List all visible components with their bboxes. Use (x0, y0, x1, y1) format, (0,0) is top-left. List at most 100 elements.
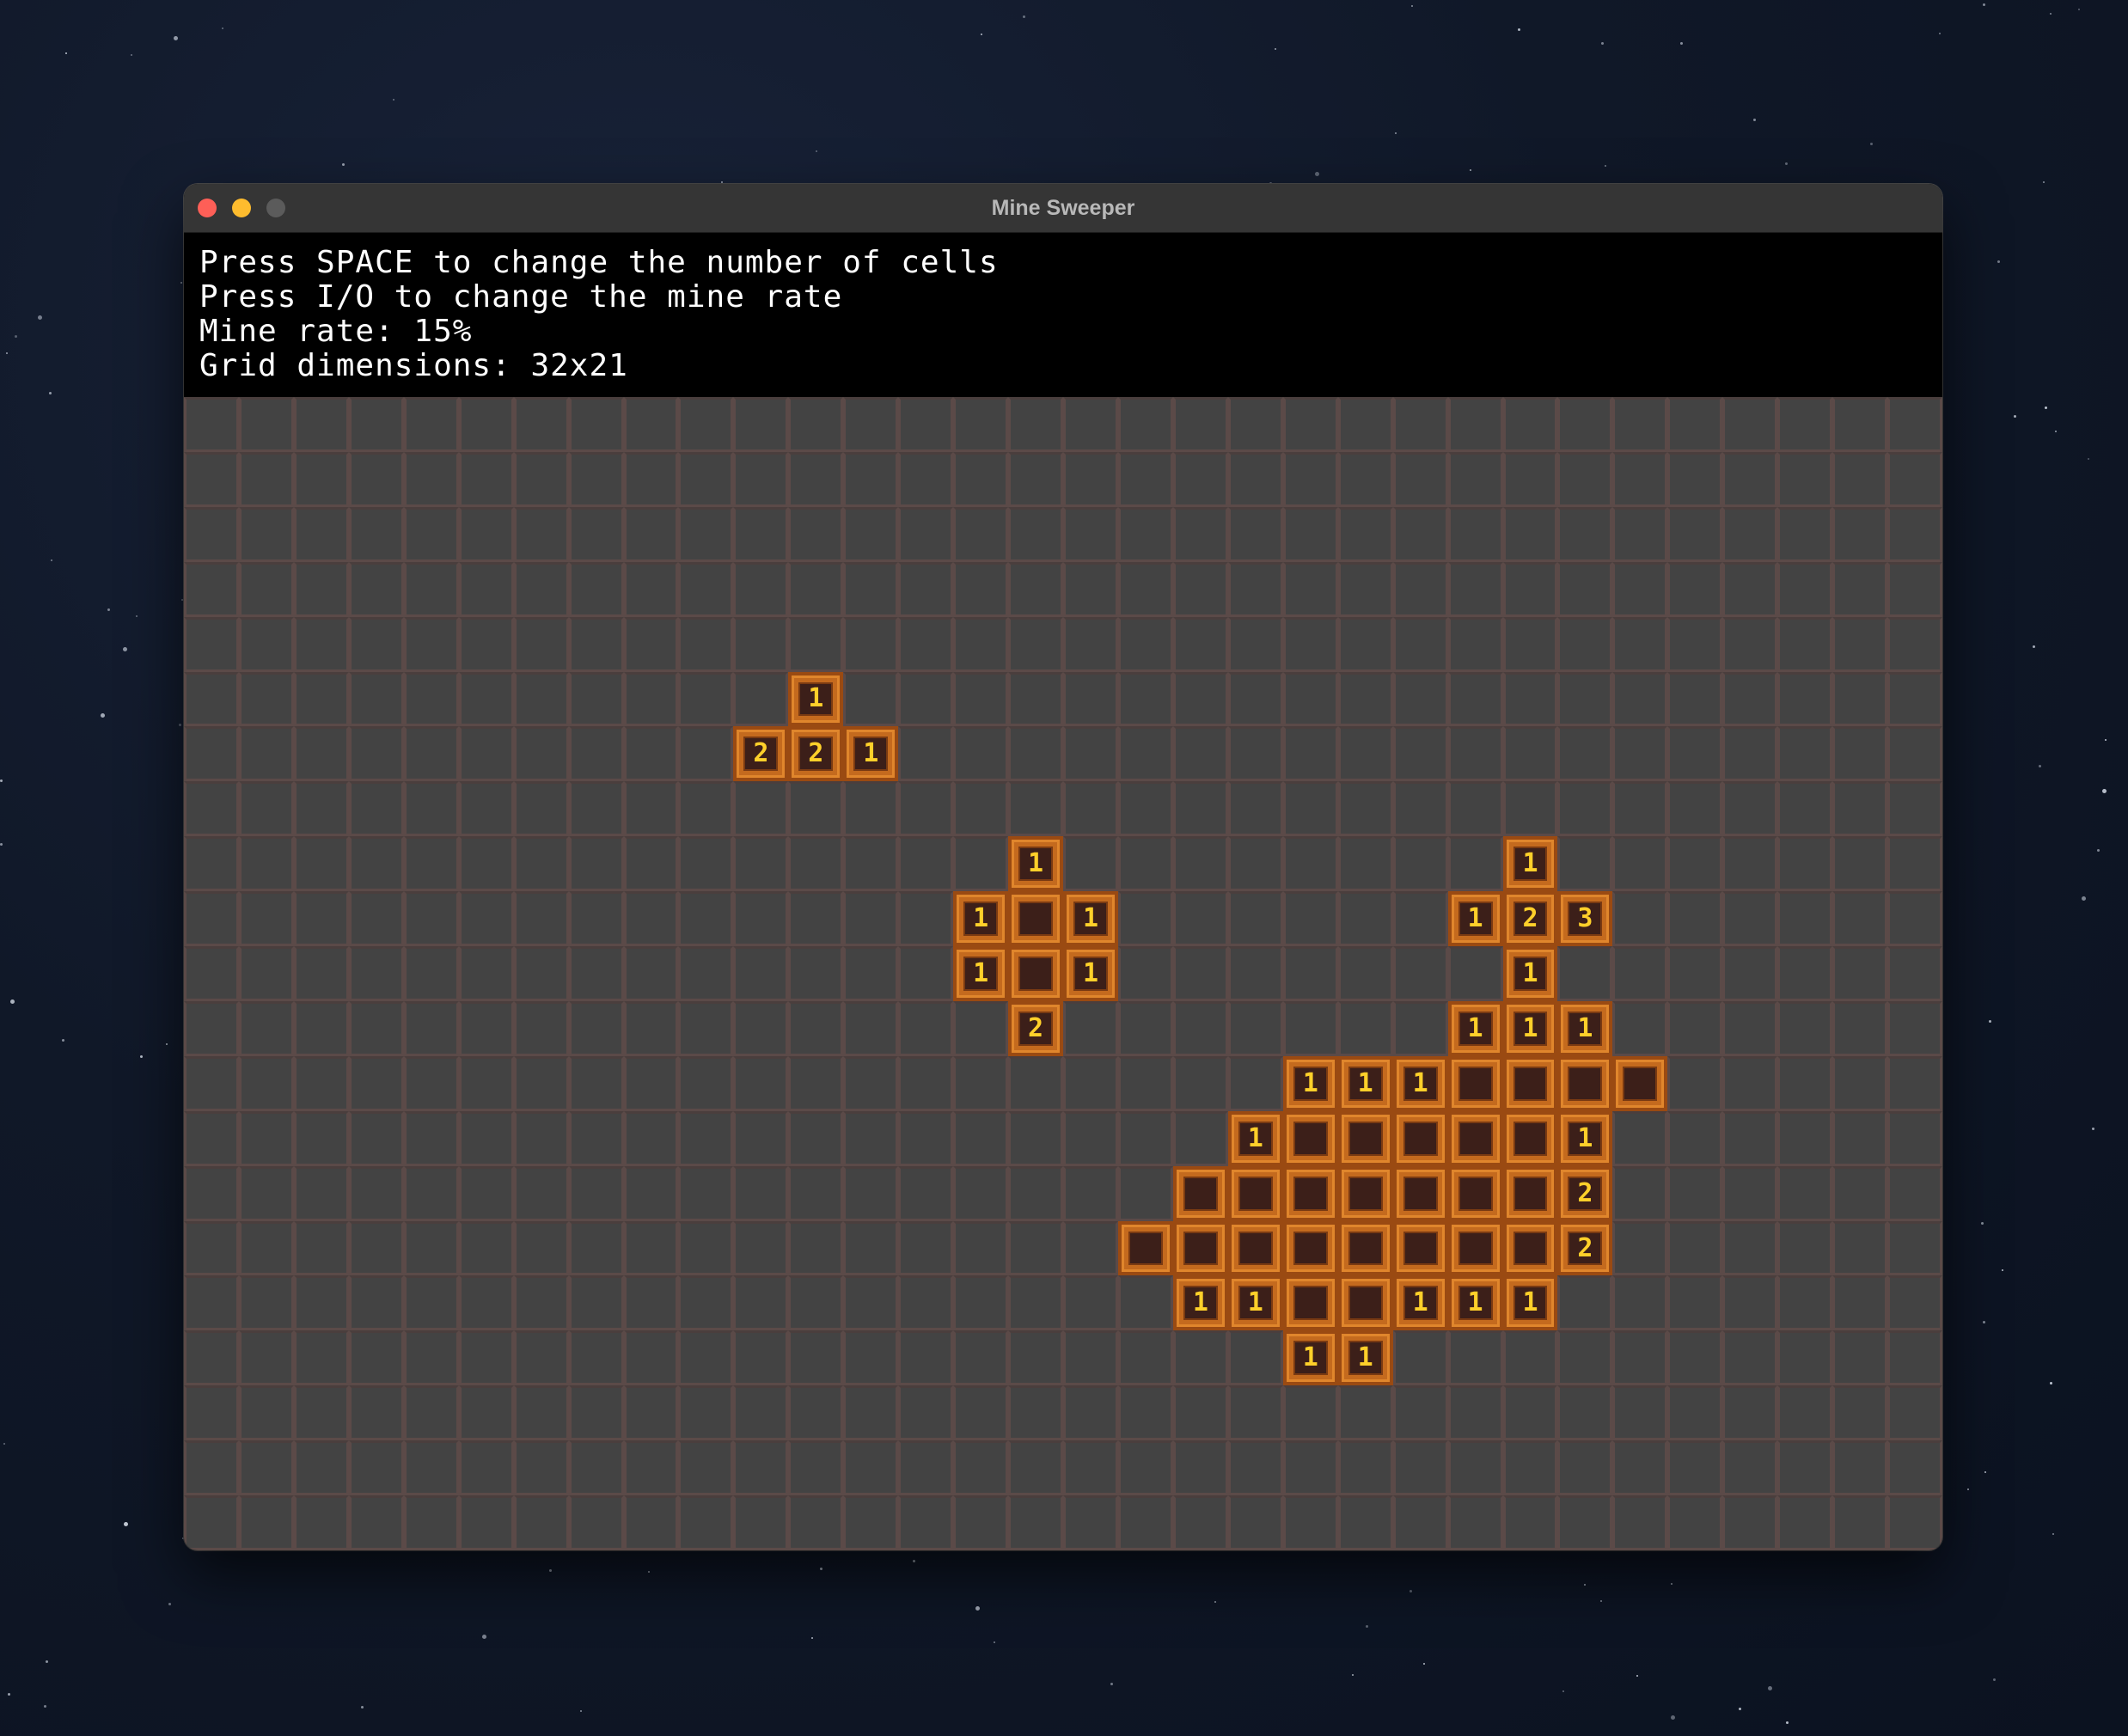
hidden-cell[interactable] (513, 1385, 569, 1441)
hidden-cell[interactable] (843, 836, 899, 892)
hidden-cell[interactable] (843, 1330, 899, 1386)
revealed-cell[interactable]: 1 (1557, 1110, 1613, 1166)
hidden-cell[interactable] (678, 1275, 734, 1331)
hidden-cell[interactable] (1337, 726, 1393, 782)
hidden-cell[interactable] (953, 726, 1009, 782)
hidden-cell[interactable] (1172, 561, 1228, 617)
hidden-cell[interactable] (348, 1000, 404, 1056)
revealed-cell[interactable] (1282, 1220, 1338, 1276)
hidden-cell[interactable] (238, 397, 294, 452)
hidden-cell[interactable] (1557, 1440, 1613, 1496)
hidden-cell[interactable] (843, 891, 899, 947)
hidden-cell[interactable] (733, 1220, 789, 1276)
revealed-cell[interactable]: 1 (1502, 1275, 1558, 1331)
hidden-cell[interactable] (568, 726, 624, 782)
hidden-cell[interactable] (1667, 1275, 1723, 1331)
hidden-cell[interactable] (788, 781, 844, 837)
hidden-cell[interactable] (1777, 1330, 1833, 1386)
hidden-cell[interactable] (348, 1385, 404, 1441)
hidden-cell[interactable] (898, 451, 954, 507)
revealed-cell[interactable] (1227, 1220, 1283, 1276)
hidden-cell[interactable] (843, 397, 899, 452)
hidden-cell[interactable] (898, 616, 954, 672)
hidden-cell[interactable] (1063, 1110, 1118, 1166)
hidden-cell[interactable] (1887, 1495, 1942, 1550)
hidden-cell[interactable] (348, 671, 404, 727)
hidden-cell[interactable] (238, 1110, 294, 1166)
hidden-cell[interactable] (733, 1275, 789, 1331)
hidden-cell[interactable] (1667, 1000, 1723, 1056)
hidden-cell[interactable] (1722, 451, 1778, 507)
hidden-cell[interactable] (238, 1330, 294, 1386)
hidden-cell[interactable] (458, 891, 514, 947)
hidden-cell[interactable] (458, 1495, 514, 1550)
hidden-cell[interactable] (1887, 1275, 1942, 1331)
hidden-cell[interactable] (623, 1220, 679, 1276)
hidden-cell[interactable] (1612, 1000, 1668, 1056)
hidden-cell[interactable] (1337, 451, 1393, 507)
hidden-cell[interactable] (788, 397, 844, 452)
hidden-cell[interactable] (953, 1110, 1009, 1166)
revealed-cell[interactable] (1557, 1055, 1613, 1111)
hidden-cell[interactable] (348, 781, 404, 837)
hidden-cell[interactable] (1117, 397, 1173, 452)
hidden-cell[interactable] (623, 451, 679, 507)
hidden-cell[interactable] (348, 1330, 404, 1386)
hidden-cell[interactable] (733, 836, 789, 892)
hidden-cell[interactable] (458, 1275, 514, 1331)
hidden-cell[interactable] (238, 1000, 294, 1056)
hidden-cell[interactable] (1447, 451, 1503, 507)
hidden-cell[interactable] (403, 891, 459, 947)
hidden-cell[interactable] (898, 1330, 954, 1386)
hidden-cell[interactable] (1722, 1495, 1778, 1550)
hidden-cell[interactable] (1612, 616, 1668, 672)
hidden-cell[interactable] (1887, 781, 1942, 837)
hidden-cell[interactable] (1063, 1165, 1118, 1221)
hidden-cell[interactable] (1557, 397, 1613, 452)
hidden-cell[interactable] (1227, 1385, 1283, 1441)
hidden-cell[interactable] (678, 781, 734, 837)
hidden-cell[interactable] (843, 1275, 899, 1331)
hidden-cell[interactable] (1667, 1055, 1723, 1111)
hidden-cell[interactable] (788, 1440, 844, 1496)
revealed-cell[interactable]: 3 (1557, 891, 1613, 947)
hidden-cell[interactable] (458, 1000, 514, 1056)
revealed-cell[interactable]: 1 (1337, 1330, 1393, 1386)
hidden-cell[interactable] (293, 1440, 349, 1496)
hidden-cell[interactable] (1282, 946, 1338, 1001)
hidden-cell[interactable] (1502, 616, 1558, 672)
hidden-cell[interactable] (788, 1165, 844, 1221)
hidden-cell[interactable] (184, 1275, 239, 1331)
hidden-cell[interactable] (513, 1330, 569, 1386)
hidden-cell[interactable] (1008, 1495, 1063, 1550)
hidden-cell[interactable] (733, 946, 789, 1001)
hidden-cell[interactable] (1172, 891, 1228, 947)
hidden-cell[interactable] (1887, 946, 1942, 1001)
hidden-cell[interactable] (1887, 726, 1942, 782)
hidden-cell[interactable] (513, 671, 569, 727)
hidden-cell[interactable] (403, 1440, 459, 1496)
revealed-cell[interactable] (1502, 1055, 1558, 1111)
hidden-cell[interactable] (1063, 1055, 1118, 1111)
hidden-cell[interactable] (293, 561, 349, 617)
hidden-cell[interactable] (1557, 561, 1613, 617)
hidden-cell[interactable] (1777, 616, 1833, 672)
hidden-cell[interactable] (293, 1000, 349, 1056)
hidden-cell[interactable] (1777, 726, 1833, 782)
hidden-cell[interactable] (733, 397, 789, 452)
revealed-cell[interactable] (1502, 1220, 1558, 1276)
hidden-cell[interactable] (568, 561, 624, 617)
hidden-cell[interactable] (1832, 1330, 1888, 1386)
hidden-cell[interactable] (953, 836, 1009, 892)
hidden-cell[interactable] (1117, 1385, 1173, 1441)
hidden-cell[interactable] (1008, 781, 1063, 837)
hidden-cell[interactable] (1008, 561, 1063, 617)
revealed-cell[interactable] (1337, 1110, 1393, 1166)
hidden-cell[interactable] (184, 946, 239, 1001)
hidden-cell[interactable] (1227, 781, 1283, 837)
hidden-cell[interactable] (1282, 891, 1338, 947)
hidden-cell[interactable] (513, 397, 569, 452)
hidden-cell[interactable] (403, 451, 459, 507)
hidden-cell[interactable] (513, 1440, 569, 1496)
hidden-cell[interactable] (1008, 1385, 1063, 1441)
